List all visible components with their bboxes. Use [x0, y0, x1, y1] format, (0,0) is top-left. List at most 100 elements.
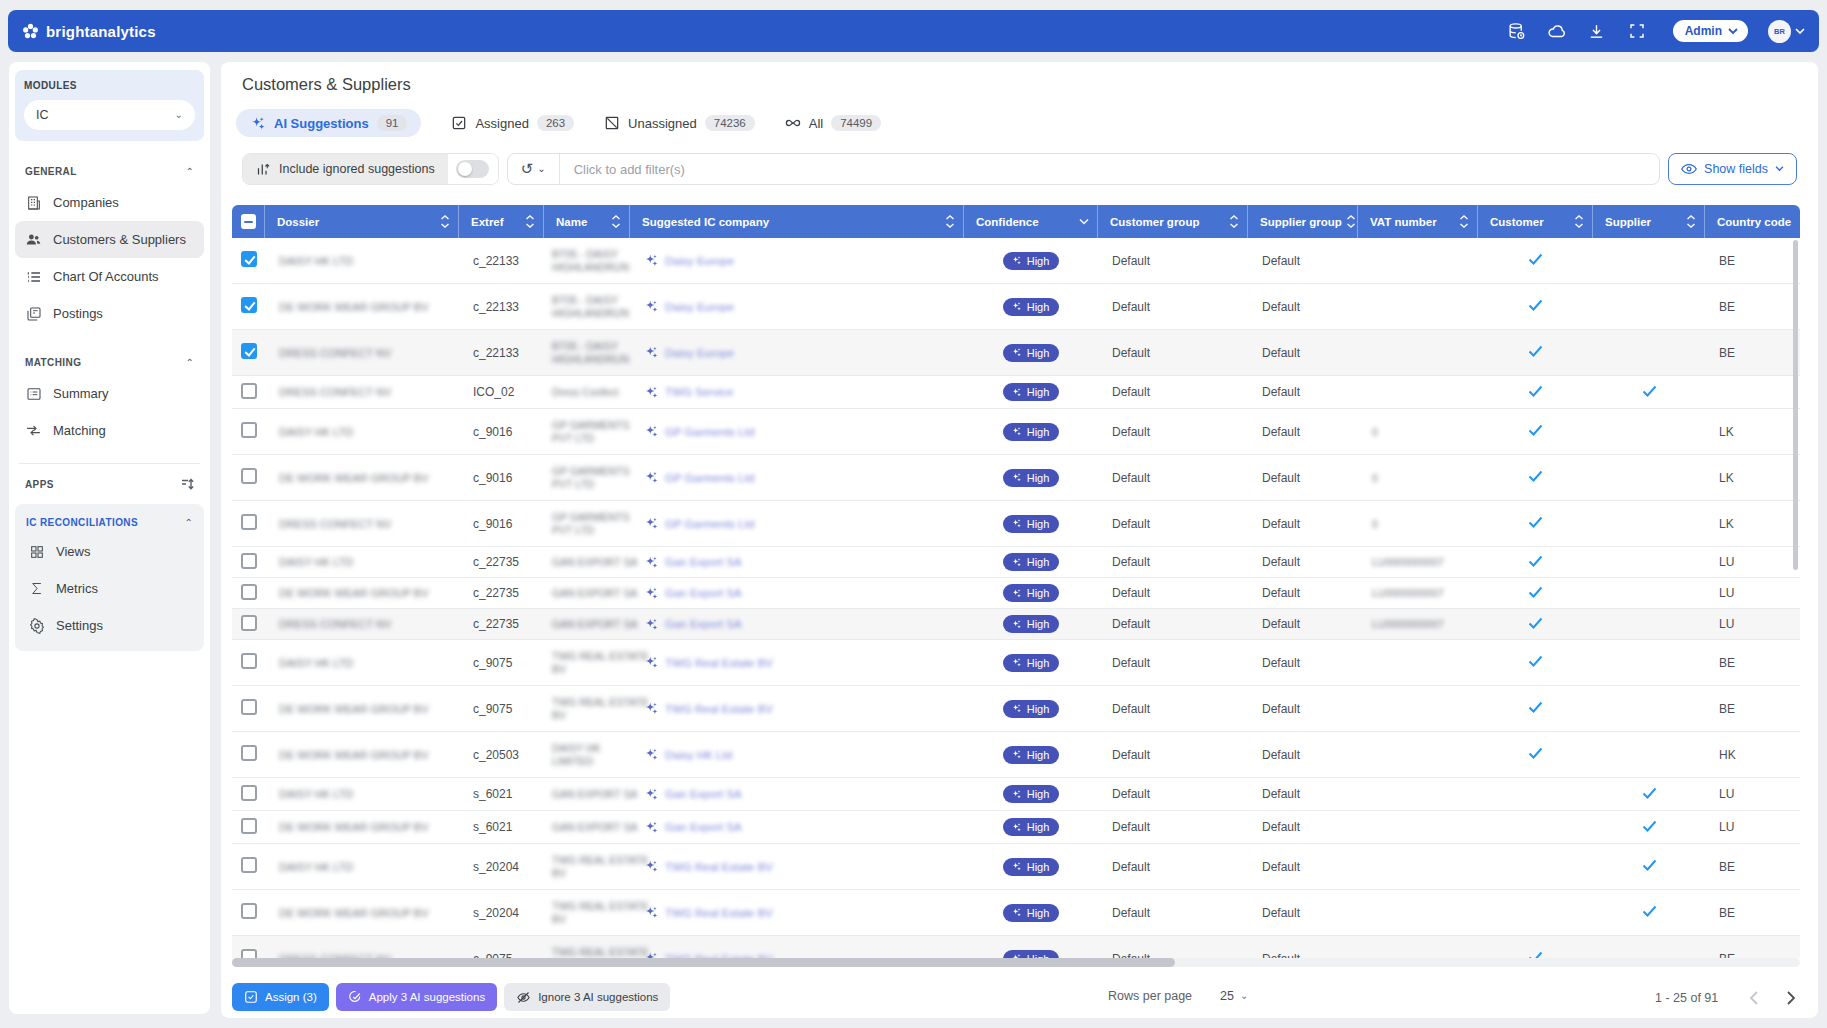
table-row[interactable]: DAISY HK LTD s_20204 TWG REAL ESTATEBV T…	[232, 844, 1800, 890]
vertical-scrollbar[interactable]	[1793, 240, 1798, 570]
next-page-button[interactable]	[1782, 989, 1800, 1007]
table-row[interactable]: DE WORK WEAR GROUP BV s_20204 TWG REAL E…	[232, 890, 1800, 936]
suggested-company-link[interactable]: GP Garments Ltd	[665, 472, 754, 484]
suggested-company-link[interactable]: TWG Real Estate BV	[665, 703, 773, 715]
sidebar-item-postings[interactable]: Postings	[15, 295, 204, 332]
suggested-company-link[interactable]: Gan Export SA	[665, 556, 742, 568]
suggested-company-link[interactable]: Gan Export SA	[665, 618, 742, 630]
table-row[interactable]: DAISY HK LTD s_6021 GAN EXPORT SA Gan Ex…	[232, 778, 1800, 811]
suggested-company-link[interactable]: Gan Export SA	[665, 788, 742, 800]
column-header-customer[interactable]: Customer	[1478, 205, 1593, 238]
sort-icon[interactable]	[1342, 215, 1356, 228]
suggested-company-link[interactable]: TWG Real Estate BV	[665, 657, 773, 669]
assign-button[interactable]: Assign (3)	[232, 983, 329, 1011]
previous-page-button[interactable]	[1744, 989, 1762, 1007]
row-checkbox[interactable]	[232, 455, 265, 501]
row-checkbox[interactable]	[232, 238, 265, 284]
row-checkbox[interactable]	[232, 890, 265, 936]
chevron-up-icon[interactable]: ⌃	[186, 358, 194, 368]
row-checkbox[interactable]	[232, 811, 265, 844]
chevron-up-icon[interactable]: ⌃	[185, 518, 193, 528]
download-icon[interactable]	[1587, 21, 1607, 41]
row-checkbox[interactable]	[232, 547, 265, 578]
chevron-down-icon[interactable]	[1075, 218, 1089, 225]
database-icon[interactable]	[1507, 21, 1527, 41]
sort-icon[interactable]	[436, 215, 450, 228]
column-header-customer-group[interactable]: Customer group	[1098, 205, 1248, 238]
suggested-company-link[interactable]: Daisy Europe	[665, 255, 734, 267]
table-row[interactable]: DAISY HK LTD c_9075 TWG REAL ESTATEBV TW…	[232, 640, 1800, 686]
sort-icon[interactable]	[1455, 215, 1469, 228]
table-row[interactable]: DAISY HK LTD c_22133 BT05 - DAISYHIGHLAN…	[232, 238, 1800, 284]
ignore-ai-suggestions-button[interactable]: Ignore 3 AI suggestions	[504, 983, 670, 1011]
filter-history-dropdown[interactable]: ↺ ⌄	[508, 154, 560, 184]
column-header-supplier-group[interactable]: Supplier group	[1248, 205, 1358, 238]
suggested-company-link[interactable]: GP Garments Ltd	[665, 518, 754, 530]
suggested-company-link[interactable]: TWG Service	[665, 386, 733, 398]
row-checkbox[interactable]	[232, 330, 265, 376]
row-checkbox[interactable]	[232, 936, 265, 958]
row-checkbox[interactable]	[232, 578, 265, 609]
row-checkbox[interactable]	[232, 284, 265, 330]
suggested-company-link[interactable]: Daisy Europe	[665, 301, 734, 313]
rows-per-page-select[interactable]: 25 ⌄	[1220, 989, 1248, 1003]
cloud-icon[interactable]	[1547, 21, 1567, 41]
tab-all[interactable]: All 74499	[785, 109, 881, 137]
table-row[interactable]: DE WORK WEAR GROUP BV c_20503 DAISY HKLI…	[232, 732, 1800, 778]
sort-icon[interactable]	[521, 215, 535, 228]
table-row[interactable]: DE WORK WEAR GROUP BV s_6021 GAN EXPORT …	[232, 811, 1800, 844]
column-header-confidence[interactable]: Confidence	[964, 205, 1098, 238]
table-row[interactable]: DRESS CONFECT NV c_9075 TWG REAL ESTATEB…	[232, 936, 1800, 958]
column-header-vat-number[interactable]: VAT number	[1358, 205, 1478, 238]
table-row[interactable]: DE WORK WEAR GROUP BV c_9075 TWG REAL ES…	[232, 686, 1800, 732]
row-checkbox[interactable]	[232, 732, 265, 778]
row-checkbox[interactable]	[232, 640, 265, 686]
user-menu[interactable]: BR	[1768, 20, 1805, 43]
sidebar-item-customers-suppliers[interactable]: Customers & Suppliers	[15, 221, 204, 258]
show-fields-button[interactable]: Show fields	[1668, 153, 1797, 185]
sidebar-item-views[interactable]: Views	[18, 533, 201, 570]
suggested-company-link[interactable]: Daisy HK Ltd	[665, 749, 732, 761]
table-row[interactable]: DE WORK WEAR GROUP BV c_9016 GP GARMENTS…	[232, 455, 1800, 501]
chevron-up-icon[interactable]: ⌃	[186, 167, 194, 177]
table-row[interactable]: DAISY HK LTD c_9016 GP GARMENTSPVT LTD G…	[232, 409, 1800, 455]
row-checkbox[interactable]	[232, 686, 265, 732]
sort-apps-icon[interactable]	[180, 477, 194, 491]
table-row[interactable]: DRESS CONFECT NV c_22735 GAN EXPORT SA G…	[232, 609, 1800, 640]
sort-icon[interactable]	[941, 215, 955, 228]
row-checkbox[interactable]	[232, 501, 265, 547]
horizontal-scrollbar[interactable]	[232, 958, 1800, 967]
row-checkbox[interactable]	[232, 409, 265, 455]
select-all-checkbox[interactable]	[232, 205, 265, 238]
column-header-dossier[interactable]: Dossier	[265, 205, 459, 238]
column-header-country-code[interactable]: Country code	[1705, 205, 1800, 238]
table-row[interactable]: DRESS CONFECT NV ICO_02 Dress Confect TW…	[232, 376, 1800, 409]
tab-assigned[interactable]: Assigned 263	[451, 109, 574, 137]
apply-ai-suggestions-button[interactable]: Apply 3 AI suggestions	[336, 983, 497, 1011]
suggested-company-link[interactable]: TWG Real Estate BV	[665, 907, 773, 919]
row-checkbox[interactable]	[232, 778, 265, 811]
suggested-company-link[interactable]: Gan Export SA	[665, 821, 742, 833]
admin-menu-button[interactable]: Admin	[1673, 20, 1748, 42]
column-header-suggested-ic-company[interactable]: Suggested IC company	[630, 205, 964, 238]
column-header-name[interactable]: Name	[544, 205, 630, 238]
column-header-supplier[interactable]: Supplier	[1593, 205, 1705, 238]
table-row[interactable]: DE WORK WEAR GROUP BV c_22735 GAN EXPORT…	[232, 578, 1800, 609]
sort-icon[interactable]	[1570, 215, 1584, 228]
sidebar-item-metrics[interactable]: Metrics	[18, 570, 201, 607]
include-ignored-toggle[interactable]	[448, 154, 498, 184]
suggested-company-link[interactable]: Daisy Europe	[665, 347, 734, 359]
sidebar-item-matching[interactable]: Matching	[15, 412, 204, 449]
suggested-company-link[interactable]: TWG Real Estate BV	[665, 861, 773, 873]
table-row[interactable]: DRESS CONFECT NV c_9016 GP GARMENTSPVT L…	[232, 501, 1800, 547]
suggested-company-link[interactable]: Gan Export SA	[665, 587, 742, 599]
table-row[interactable]: DAISY HK LTD c_22735 GAN EXPORT SA Gan E…	[232, 547, 1800, 578]
module-select[interactable]: IC ⌄	[24, 100, 195, 130]
tab-ai-suggestions[interactable]: AI Suggestions 91	[236, 109, 421, 137]
fullscreen-icon[interactable]	[1627, 21, 1647, 41]
suggested-company-link[interactable]: GP Garments Ltd	[665, 426, 754, 438]
sort-icon[interactable]	[1682, 215, 1696, 228]
filter-input[interactable]: ↺ ⌄ Click to add filter(s)	[507, 153, 1660, 185]
column-header-extref[interactable]: Extref	[459, 205, 544, 238]
sidebar-item-summary[interactable]: Summary	[15, 375, 204, 412]
